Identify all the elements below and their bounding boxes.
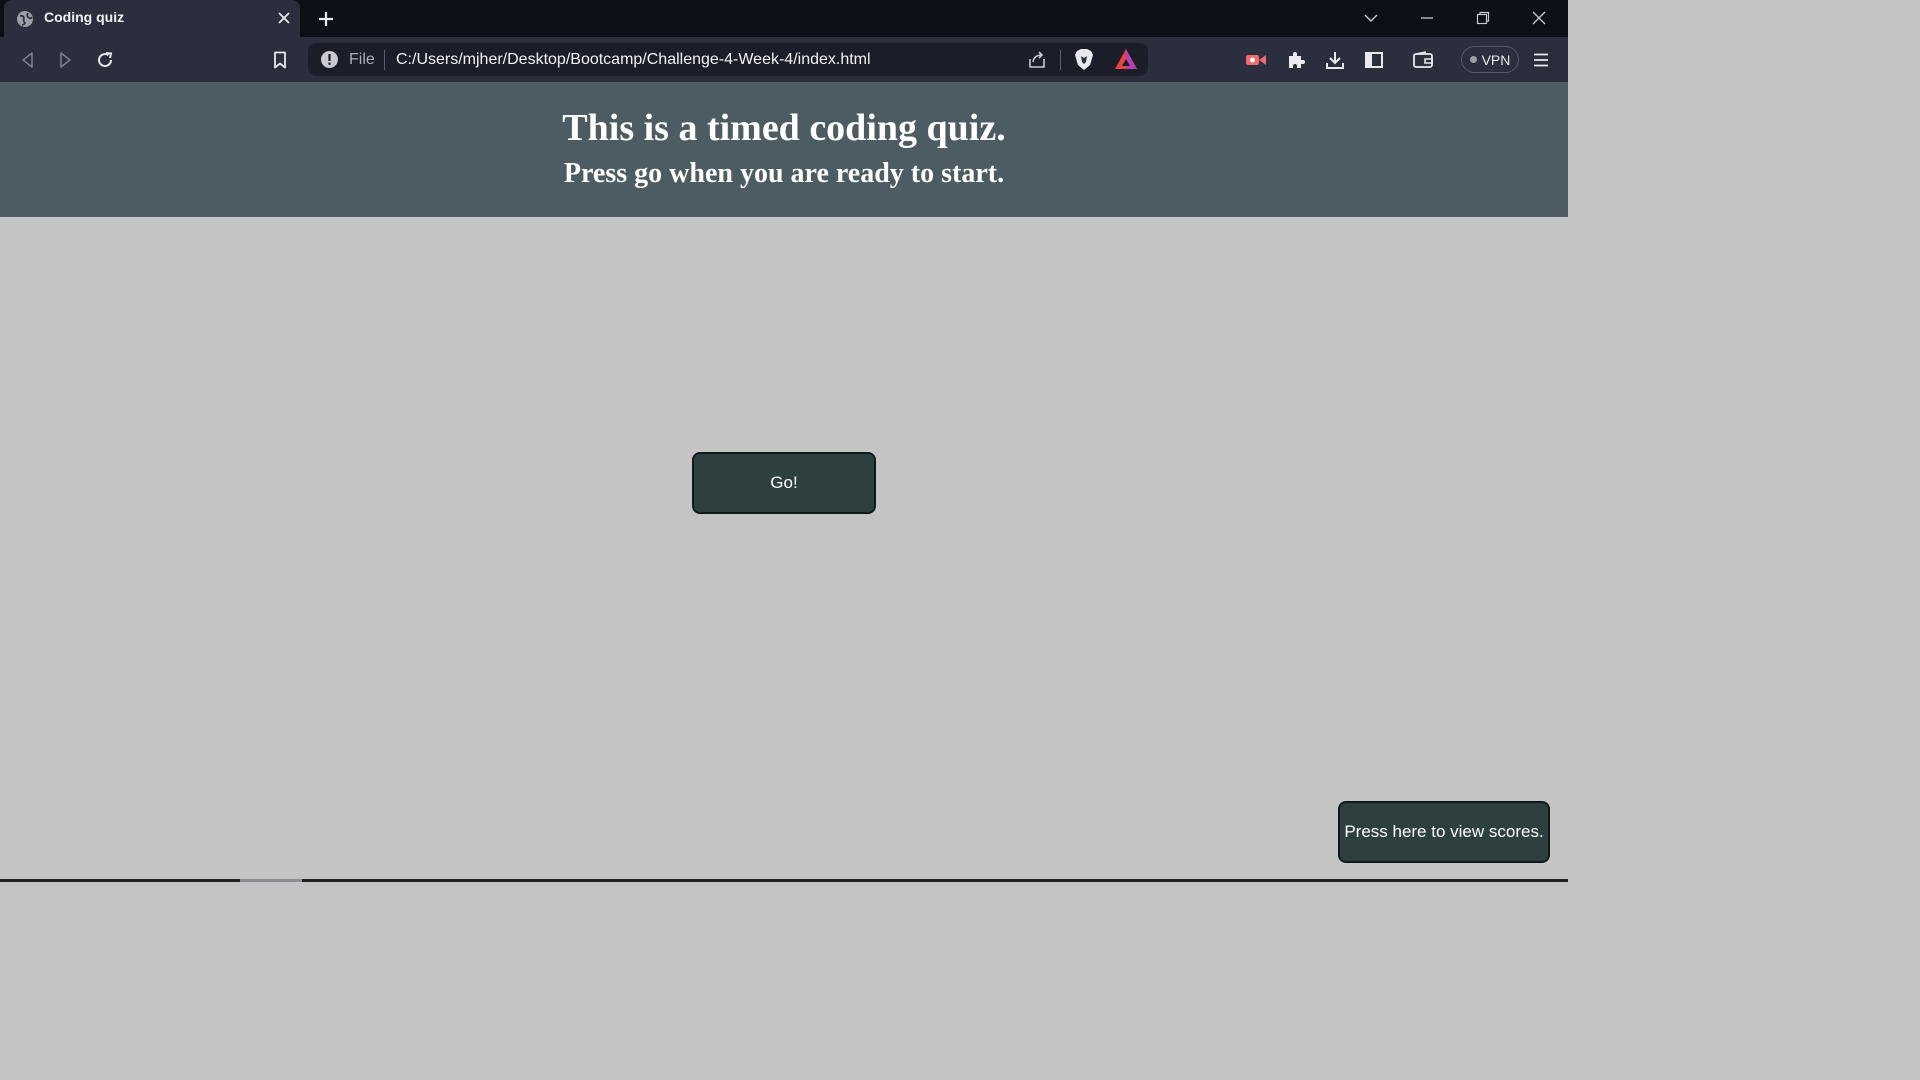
address-divider: [384, 50, 385, 70]
vpn-status-dot: [1469, 56, 1477, 63]
site-info-icon[interactable]: [320, 50, 339, 69]
address-bar[interactable]: File C:/Users/mjher/Desktop/Bootcamp/Cha…: [308, 43, 1148, 76]
reload-icon[interactable]: [92, 47, 118, 73]
view-scores-button[interactable]: Press here to view scores.: [1338, 801, 1550, 863]
url-text[interactable]: C:/Users/mjher/Desktop/Bootcamp/Challeng…: [396, 51, 871, 69]
share-icon[interactable]: [1026, 49, 1048, 71]
close-tab-icon[interactable]: [274, 8, 294, 28]
page-subtitle: Press go when you are ready to start.: [563, 158, 1005, 189]
menu-icon[interactable]: [1528, 47, 1554, 73]
go-button[interactable]: Go!: [692, 452, 876, 514]
forward-icon[interactable]: [53, 47, 79, 73]
tab-title: Coding quiz: [44, 9, 125, 25]
page-header: This is a timed coding quiz. Press go wh…: [0, 82, 1568, 217]
brave-shields-icon[interactable]: [1073, 48, 1095, 71]
sidebar-toggle-icon[interactable]: [1361, 47, 1387, 73]
close-window-icon[interactable]: [1526, 6, 1552, 30]
vpn-button[interactable]: VPN: [1461, 46, 1519, 73]
brave-rewards-icon[interactable]: [1114, 48, 1138, 70]
window-bottom-border: [0, 879, 1568, 882]
quiz-page: This is a timed coding quiz. Press go wh…: [0, 82, 1568, 882]
url-scheme-label: File: [349, 51, 375, 68]
extensions-puzzle-icon[interactable]: [1283, 47, 1309, 73]
extension-recorder-icon[interactable]: [1243, 47, 1269, 73]
browser-toolbar: File C:/Users/mjher/Desktop/Bootcamp/Cha…: [0, 37, 1568, 82]
back-icon[interactable]: [14, 47, 40, 73]
horizontal-scrollbar-thumb[interactable]: [240, 879, 302, 882]
tab-search-chevron-icon[interactable]: [1358, 6, 1384, 30]
browser-tab[interactable]: Coding quiz: [4, 0, 300, 37]
address-divider-2: [1060, 50, 1061, 70]
new-tab-icon[interactable]: [314, 7, 338, 31]
wallet-icon[interactable]: [1410, 47, 1436, 73]
globe-icon: [16, 10, 34, 28]
download-icon[interactable]: [1322, 47, 1348, 73]
bookmark-icon[interactable]: [267, 47, 293, 73]
restore-icon[interactable]: [1470, 6, 1496, 30]
minimize-icon[interactable]: [1414, 6, 1440, 30]
page-title: This is a timed coding quiz.: [562, 107, 1006, 149]
vpn-label: VPN: [1481, 51, 1511, 68]
tab-strip: Coding quiz: [0, 0, 1568, 37]
